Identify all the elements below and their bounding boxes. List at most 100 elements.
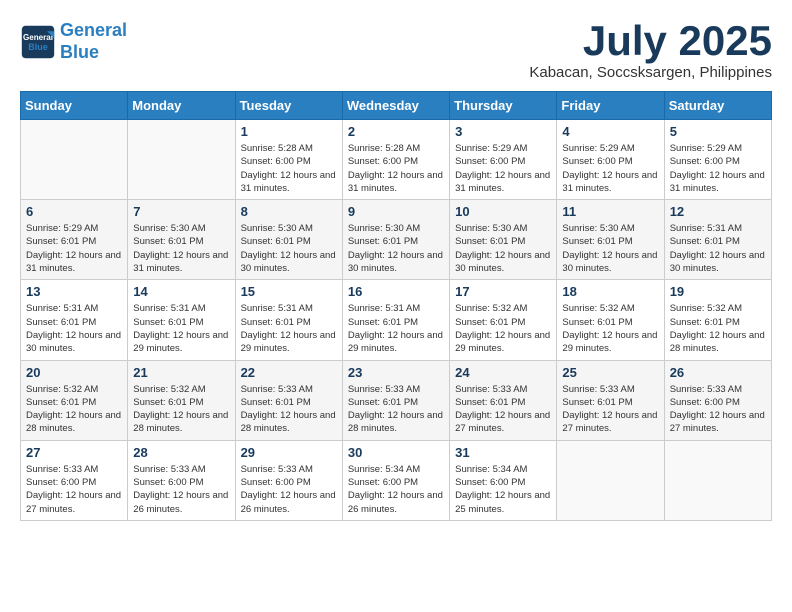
calendar-cell: 18 Sunrise: 5:32 AM Sunset: 6:01 PM Dayli… xyxy=(557,280,664,360)
calendar-week-4: 20 Sunrise: 5:32 AM Sunset: 6:01 PM Dayli… xyxy=(21,360,772,440)
calendar-cell: 20 Sunrise: 5:32 AM Sunset: 6:01 PM Dayli… xyxy=(21,360,128,440)
day-number: 3 xyxy=(455,124,551,139)
day-number: 29 xyxy=(241,445,337,460)
calendar-cell: 17 Sunrise: 5:32 AM Sunset: 6:01 PM Dayli… xyxy=(450,280,557,360)
day-number: 11 xyxy=(562,204,658,219)
calendar-cell xyxy=(664,440,771,520)
cell-info: Sunrise: 5:34 AM Sunset: 6:00 PM Dayligh… xyxy=(455,463,551,516)
day-number: 30 xyxy=(348,445,444,460)
calendar-cell: 30 Sunrise: 5:34 AM Sunset: 6:00 PM Dayli… xyxy=(342,440,449,520)
calendar-cell: 2 Sunrise: 5:28 AM Sunset: 6:00 PM Daylig… xyxy=(342,120,449,200)
calendar-week-3: 13 Sunrise: 5:31 AM Sunset: 6:01 PM Dayli… xyxy=(21,280,772,360)
calendar-week-2: 6Sunrise: 5:29 AM Sunset: 6:01 PM Daylig… xyxy=(21,200,772,280)
cell-info: Sunrise: 5:33 AM Sunset: 6:01 PM Dayligh… xyxy=(455,383,551,436)
svg-text:General: General xyxy=(23,33,53,42)
calendar-cell: 16 Sunrise: 5:31 AM Sunset: 6:01 PM Dayli… xyxy=(342,280,449,360)
cell-info: Sunrise: 5:33 AM Sunset: 6:00 PM Dayligh… xyxy=(241,463,337,516)
weekday-header-friday: Friday xyxy=(557,92,664,120)
day-number: 2 xyxy=(348,124,444,139)
cell-info: Sunrise: 5:33 AM Sunset: 6:00 PM Dayligh… xyxy=(670,383,766,436)
day-number: 18 xyxy=(562,284,658,299)
calendar-cell: 25Sunrise: 5:33 AM Sunset: 6:01 PM Dayli… xyxy=(557,360,664,440)
calendar-cell: 14Sunrise: 5:31 AM Sunset: 6:01 PM Dayli… xyxy=(128,280,235,360)
svg-text:Blue: Blue xyxy=(28,42,48,52)
cell-info: Sunrise: 5:32 AM Sunset: 6:01 PM Dayligh… xyxy=(455,302,551,355)
cell-info: Sunrise: 5:29 AM Sunset: 6:01 PM Dayligh… xyxy=(26,222,122,275)
calendar-table: SundayMondayTuesdayWednesdayThursdayFrid… xyxy=(20,91,772,521)
cell-info: Sunrise: 5:30 AM Sunset: 6:01 PM Dayligh… xyxy=(562,222,658,275)
cell-info: Sunrise: 5:33 AM Sunset: 6:01 PM Dayligh… xyxy=(348,383,444,436)
cell-info: Sunrise: 5:30 AM Sunset: 6:01 PM Dayligh… xyxy=(133,222,229,275)
calendar-cell: 10Sunrise: 5:30 AM Sunset: 6:01 PM Dayli… xyxy=(450,200,557,280)
day-number: 31 xyxy=(455,445,551,460)
cell-info: Sunrise: 5:32 AM Sunset: 6:01 PM Dayligh… xyxy=(562,302,658,355)
calendar-cell: 28 Sunrise: 5:33 AM Sunset: 6:00 PM Dayli… xyxy=(128,440,235,520)
weekday-header-monday: Monday xyxy=(128,92,235,120)
cell-info: Sunrise: 5:31 AM Sunset: 6:01 PM Dayligh… xyxy=(348,302,444,355)
page-header: General Blue GeneralBlue July 2025 Kabac… xyxy=(20,20,772,81)
day-number: 1 xyxy=(241,124,337,139)
day-number: 10 xyxy=(455,204,551,219)
cell-info: Sunrise: 5:31 AM Sunset: 6:01 PM Dayligh… xyxy=(241,302,337,355)
day-number: 23 xyxy=(348,365,444,380)
weekday-header-sunday: Sunday xyxy=(21,92,128,120)
calendar-cell: 9 Sunrise: 5:30 AM Sunset: 6:01 PM Daylig… xyxy=(342,200,449,280)
cell-info: Sunrise: 5:30 AM Sunset: 6:01 PM Dayligh… xyxy=(241,222,337,275)
calendar-week-5: 27 Sunrise: 5:33 AM Sunset: 6:00 PM Dayli… xyxy=(21,440,772,520)
cell-info: Sunrise: 5:29 AM Sunset: 6:00 PM Dayligh… xyxy=(562,142,658,195)
day-number: 20 xyxy=(26,365,122,380)
calendar-cell: 27 Sunrise: 5:33 AM Sunset: 6:00 PM Dayli… xyxy=(21,440,128,520)
calendar-cell: 23 Sunrise: 5:33 AM Sunset: 6:01 PM Dayli… xyxy=(342,360,449,440)
calendar-cell: 12 Sunrise: 5:31 AM Sunset: 6:01 PM Dayli… xyxy=(664,200,771,280)
cell-info: Sunrise: 5:33 AM Sunset: 6:00 PM Dayligh… xyxy=(26,463,122,516)
weekday-header-tuesday: Tuesday xyxy=(235,92,342,120)
day-number: 15 xyxy=(241,284,337,299)
location-subtitle: Kabacan, Soccsksargen, Philippines xyxy=(529,64,772,81)
cell-info: Sunrise: 5:28 AM Sunset: 6:00 PM Dayligh… xyxy=(241,142,337,195)
calendar-week-1: 1 Sunrise: 5:28 AM Sunset: 6:00 PM Daylig… xyxy=(21,120,772,200)
day-number: 17 xyxy=(455,284,551,299)
cell-info: Sunrise: 5:28 AM Sunset: 6:00 PM Dayligh… xyxy=(348,142,444,195)
cell-info: Sunrise: 5:31 AM Sunset: 6:01 PM Dayligh… xyxy=(670,222,766,275)
calendar-cell xyxy=(557,440,664,520)
calendar-cell: 24 Sunrise: 5:33 AM Sunset: 6:01 PM Dayli… xyxy=(450,360,557,440)
calendar-cell: 13Sunrise: 5:31 AM Sunset: 6:01 PM Dayli… xyxy=(21,280,128,360)
calendar-cell: 1 Sunrise: 5:28 AM Sunset: 6:00 PM Daylig… xyxy=(235,120,342,200)
weekday-header-wednesday: Wednesday xyxy=(342,92,449,120)
day-number: 27 xyxy=(26,445,122,460)
calendar-cell: 6Sunrise: 5:29 AM Sunset: 6:01 PM Daylig… xyxy=(21,200,128,280)
cell-info: Sunrise: 5:29 AM Sunset: 6:00 PM Dayligh… xyxy=(455,142,551,195)
weekday-header-saturday: Saturday xyxy=(664,92,771,120)
calendar-cell: 8 Sunrise: 5:30 AM Sunset: 6:01 PM Daylig… xyxy=(235,200,342,280)
cell-info: Sunrise: 5:33 AM Sunset: 6:01 PM Dayligh… xyxy=(241,383,337,436)
day-number: 16 xyxy=(348,284,444,299)
calendar-cell: 4Sunrise: 5:29 AM Sunset: 6:00 PM Daylig… xyxy=(557,120,664,200)
day-number: 19 xyxy=(670,284,766,299)
calendar-cell: 7Sunrise: 5:30 AM Sunset: 6:01 PM Daylig… xyxy=(128,200,235,280)
day-number: 28 xyxy=(133,445,229,460)
logo: General Blue GeneralBlue xyxy=(20,20,127,63)
calendar-cell: 22Sunrise: 5:33 AM Sunset: 6:01 PM Dayli… xyxy=(235,360,342,440)
logo-text: GeneralBlue xyxy=(60,20,127,63)
day-number: 13 xyxy=(26,284,122,299)
day-number: 8 xyxy=(241,204,337,219)
cell-info: Sunrise: 5:34 AM Sunset: 6:00 PM Dayligh… xyxy=(348,463,444,516)
calendar-cell: 11 Sunrise: 5:30 AM Sunset: 6:01 PM Dayli… xyxy=(557,200,664,280)
calendar-cell: 21Sunrise: 5:32 AM Sunset: 6:01 PM Dayli… xyxy=(128,360,235,440)
title-block: July 2025 Kabacan, Soccsksargen, Philipp… xyxy=(529,20,772,81)
cell-info: Sunrise: 5:29 AM Sunset: 6:00 PM Dayligh… xyxy=(670,142,766,195)
calendar-cell: 29 Sunrise: 5:33 AM Sunset: 6:00 PM Dayli… xyxy=(235,440,342,520)
cell-info: Sunrise: 5:32 AM Sunset: 6:01 PM Dayligh… xyxy=(26,383,122,436)
month-year-title: July 2025 xyxy=(529,20,772,62)
cell-info: Sunrise: 5:33 AM Sunset: 6:00 PM Dayligh… xyxy=(133,463,229,516)
weekday-header-thursday: Thursday xyxy=(450,92,557,120)
day-number: 9 xyxy=(348,204,444,219)
cell-info: Sunrise: 5:32 AM Sunset: 6:01 PM Dayligh… xyxy=(133,383,229,436)
calendar-cell: 26Sunrise: 5:33 AM Sunset: 6:00 PM Dayli… xyxy=(664,360,771,440)
cell-info: Sunrise: 5:30 AM Sunset: 6:01 PM Dayligh… xyxy=(348,222,444,275)
calendar-cell: 5Sunrise: 5:29 AM Sunset: 6:00 PM Daylig… xyxy=(664,120,771,200)
logo-icon: General Blue xyxy=(20,24,56,60)
day-number: 12 xyxy=(670,204,766,219)
day-number: 24 xyxy=(455,365,551,380)
calendar-cell: 31 Sunrise: 5:34 AM Sunset: 6:00 PM Dayli… xyxy=(450,440,557,520)
